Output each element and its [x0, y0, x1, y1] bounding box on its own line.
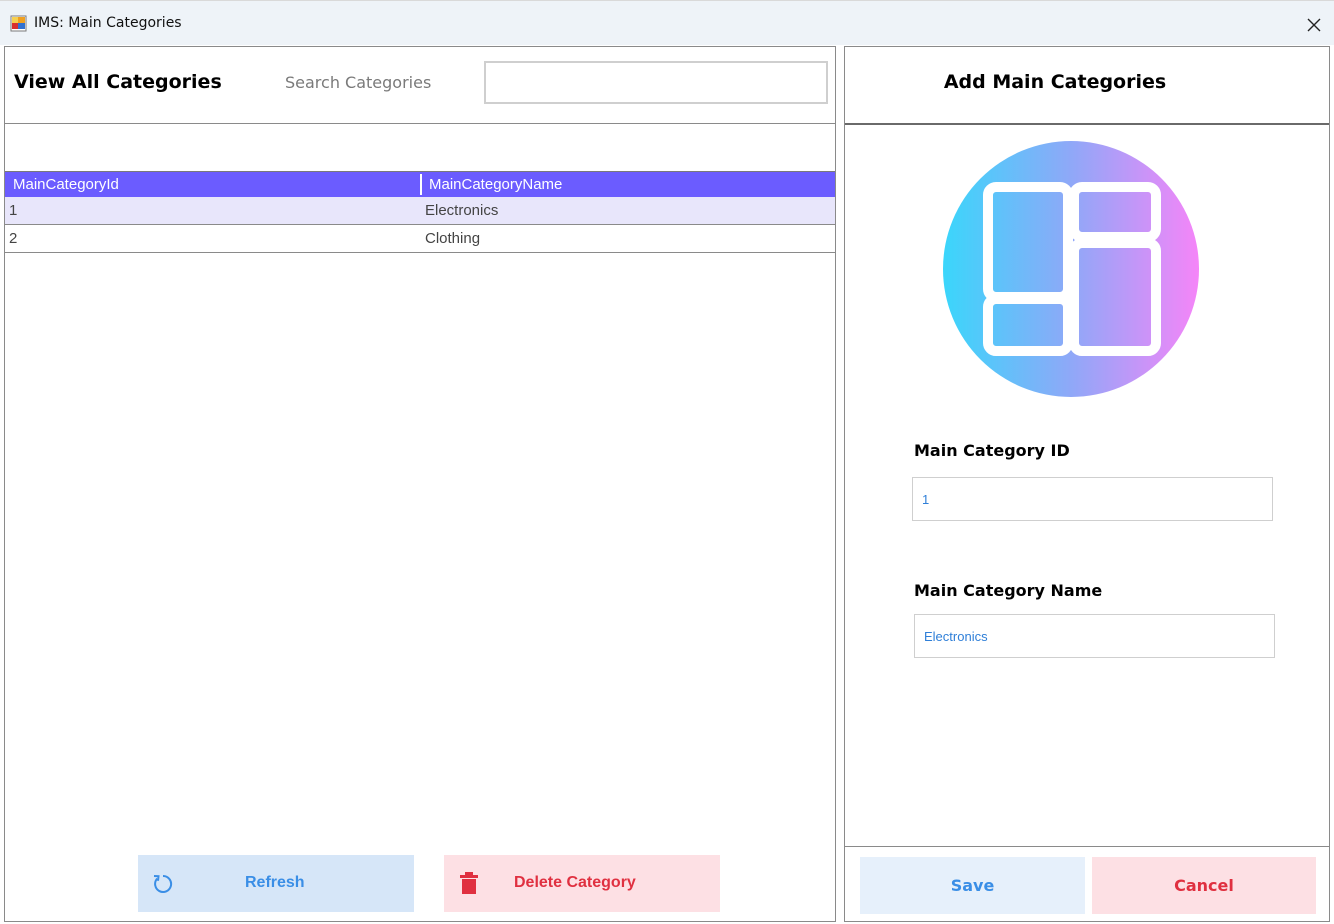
categories-list-panel: View All Categories Search Categories Ma…	[4, 46, 836, 922]
categories-grid[interactable]: MainCategoryId MainCategoryName 1 Electr…	[5, 171, 835, 253]
view-all-title: View All Categories	[14, 71, 222, 93]
category-grid-icon	[943, 141, 1199, 397]
category-name-input[interactable]	[914, 614, 1275, 658]
column-header-id[interactable]: MainCategoryId	[13, 176, 119, 193]
search-label: Search Categories	[285, 73, 432, 92]
window-title: IMS: Main Categories	[34, 15, 182, 31]
cell-name: Electronics	[425, 202, 499, 219]
cancel-button[interactable]: Cancel	[1092, 857, 1316, 914]
add-category-panel: Add Main Categories Main Category ID Mai…	[844, 46, 1330, 922]
list-header: View All Categories Search Categories	[5, 47, 835, 124]
app-icon	[10, 15, 27, 32]
add-title: Add Main Categories	[943, 71, 1167, 93]
delete-category-button[interactable]: Delete Category	[444, 855, 720, 912]
trash-icon	[460, 872, 478, 894]
cell-id: 1	[9, 202, 18, 219]
refresh-button[interactable]: Refresh	[138, 855, 414, 912]
category-name-label: Main Category Name	[914, 581, 1103, 600]
column-separator[interactable]	[420, 174, 422, 195]
table-row[interactable]: 1 Electronics	[5, 197, 835, 225]
table-row[interactable]: 2 Clothing	[5, 225, 835, 253]
save-button[interactable]: Save	[860, 857, 1085, 914]
category-id-label: Main Category ID	[914, 441, 1070, 460]
cell-name: Clothing	[425, 230, 481, 247]
category-id-input[interactable]	[912, 477, 1273, 521]
refresh-label: Refresh	[245, 874, 305, 891]
close-button[interactable]	[1302, 13, 1326, 37]
column-header-name[interactable]: MainCategoryName	[429, 176, 562, 193]
delete-label: Delete Category	[514, 874, 636, 891]
form-header: Add Main Categories	[845, 47, 1329, 125]
cell-id: 2	[9, 230, 18, 247]
close-icon	[1307, 18, 1321, 32]
refresh-icon	[153, 874, 173, 893]
search-input[interactable]	[484, 61, 828, 104]
grid-header-row: MainCategoryId MainCategoryName	[5, 172, 835, 197]
title-bar: IMS: Main Categories	[0, 0, 1334, 45]
form-footer: Save Cancel	[845, 846, 1329, 922]
